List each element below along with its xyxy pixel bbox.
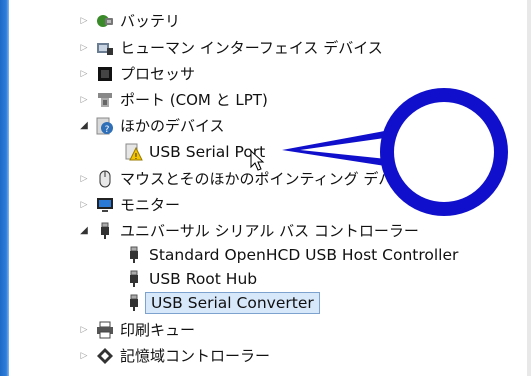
- usb-plug-icon: [125, 246, 143, 264]
- port-icon: [96, 91, 114, 109]
- hid-icon: [96, 39, 114, 57]
- tree-item-label: ユニバーサル シリアル バス コントローラー: [120, 222, 419, 240]
- expand-arrow-icon[interactable]: ▷: [78, 199, 90, 211]
- tree-item-battery[interactable]: ▷ バッテリ: [78, 9, 180, 33]
- usb-icon: [96, 222, 114, 240]
- tree-item-label: USB Serial Converter: [145, 292, 320, 314]
- tree-item-hid[interactable]: ▷ ヒューマン インターフェイス デバイス: [78, 36, 383, 60]
- mouse-cursor-icon: [250, 150, 265, 171]
- tree-item-usb-root-hub[interactable]: USB Root Hub: [125, 267, 257, 291]
- tree-item-label: モニター: [120, 196, 181, 214]
- tree-item-label: バッテリ: [120, 12, 181, 30]
- tree-item-label: 印刷キュー: [120, 321, 196, 339]
- expand-arrow-icon[interactable]: ▷: [78, 15, 90, 27]
- tree-item-label: プロセッサ: [120, 65, 196, 83]
- device-tree: ▷ バッテリ ▷ ヒューマン インターフェイス デバイス ▷ プロセッサ ▷ ポ…: [0, 0, 531, 376]
- svg-text:?: ?: [105, 125, 110, 135]
- tree-item-label: USB Serial Port: [149, 143, 266, 161]
- tree-item-usb-controllers[interactable]: ◢ ユニバーサル シリアル バス コントローラー: [78, 219, 419, 243]
- tree-item-ports[interactable]: ▷ ポート (COM と LPT): [78, 88, 268, 112]
- svg-text:!: !: [134, 152, 137, 161]
- mouse-icon: [96, 170, 114, 188]
- unknown-device-icon: ?: [96, 117, 114, 135]
- usb-plug-icon: [125, 294, 143, 312]
- monitor-icon: [96, 196, 114, 214]
- tree-item-label: ほかのデバイス: [120, 117, 225, 135]
- tree-item-usb-serial-converter[interactable]: USB Serial Converter: [125, 291, 320, 315]
- printer-icon: [96, 321, 114, 339]
- tree-item-other-devices[interactable]: ◢ ? ほかのデバイス: [78, 114, 225, 138]
- expand-arrow-icon[interactable]: ▷: [78, 94, 90, 106]
- processor-icon: [96, 65, 114, 83]
- expand-arrow-icon[interactable]: ▷: [78, 173, 90, 185]
- storage-icon: [96, 347, 114, 365]
- tree-item-label: ヒューマン インターフェイス デバイス: [120, 39, 383, 57]
- tree-item-usb-serial-port[interactable]: ! USB Serial Port: [125, 140, 265, 164]
- collapse-arrow-icon[interactable]: ◢: [78, 120, 90, 132]
- expand-arrow-icon[interactable]: ▷: [78, 68, 90, 80]
- tree-item-openhcd[interactable]: Standard OpenHCD USB Host Controller: [125, 243, 458, 267]
- tree-item-label: ポート (COM と LPT): [120, 91, 268, 109]
- battery-icon: [96, 12, 114, 30]
- usb-plug-icon: [125, 270, 143, 288]
- collapse-arrow-icon[interactable]: ◢: [78, 225, 90, 237]
- tree-item-print-queues[interactable]: ▷ 印刷キュー: [78, 318, 195, 342]
- tree-item-label: 記憶域コントローラー: [120, 347, 271, 365]
- tree-item-label: Standard OpenHCD USB Host Controller: [149, 246, 459, 264]
- tree-item-storage-controllers[interactable]: ▷ 記憶域コントローラー: [78, 344, 270, 368]
- warning-device-icon: !: [125, 143, 143, 161]
- expand-arrow-icon[interactable]: ▷: [78, 350, 90, 362]
- expand-arrow-icon[interactable]: ▷: [78, 42, 90, 54]
- tree-item-monitors[interactable]: ▷ モニター: [78, 193, 180, 217]
- tree-item-label: マウスとそのほかのポインティング デバイス: [120, 170, 423, 188]
- expand-arrow-icon[interactable]: ▷: [78, 324, 90, 336]
- tree-item-label: USB Root Hub: [149, 270, 258, 288]
- tree-item-processor[interactable]: ▷ プロセッサ: [78, 62, 195, 86]
